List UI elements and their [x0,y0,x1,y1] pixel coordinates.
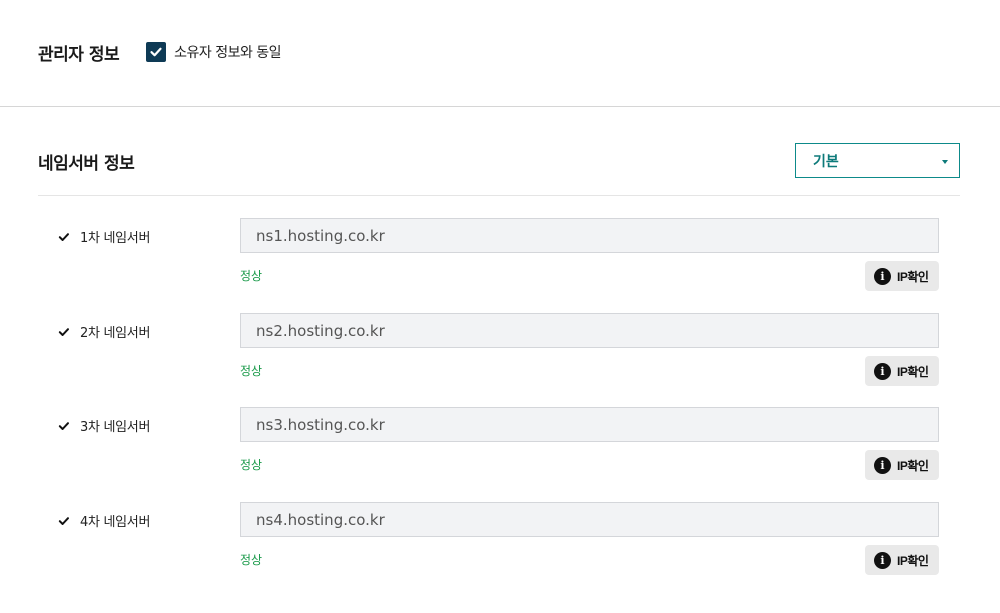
info-icon: i [874,267,891,285]
check-icon [58,231,70,243]
check-icon [58,326,70,338]
nameserver-label-group: 3차 네임서버 [58,416,150,435]
nameserver-label: 2차 네임서버 [80,326,151,341]
nameserver-row-3: 3차 네임서버 정상 i IP확인 [0,407,1000,487]
caret-down-icon [942,160,948,164]
nameserver-label: 3차 네임서버 [80,420,151,435]
nameserver-status: 정상 [240,458,263,472]
nameserver-label-group: 4차 네임서버 [58,511,150,530]
nameserver-label-group: 2차 네임서버 [58,322,150,341]
header-divider [38,195,960,196]
ip-check-button[interactable]: i IP확인 [865,450,939,480]
nameserver-section-title: 네임서버 정보 [38,154,135,174]
nameserver-2-input[interactable] [240,313,939,348]
nameserver-1-input[interactable] [240,218,939,253]
section-divider [0,106,1000,107]
same-as-owner-checkbox[interactable]: 소유자 정보와 동일 [146,42,282,62]
info-icon: i [874,551,891,569]
nameserver-3-input[interactable] [240,407,939,442]
ip-check-button[interactable]: i IP확인 [865,356,939,386]
nameserver-label: 4차 네임서버 [80,515,151,530]
nameserver-status: 정상 [240,364,263,378]
ip-check-button[interactable]: i IP확인 [865,545,939,575]
preset-selected-value: 기본 [813,153,839,170]
admin-info-title: 관리자 정보 [38,44,120,65]
ip-check-label: IP확인 [897,269,929,284]
admin-info-row: 관리자 정보 소유자 정보와 동일 [38,38,282,66]
nameserver-label: 1차 네임서버 [80,231,151,246]
nameserver-preset-select[interactable]: 기본 [795,143,960,178]
nameserver-status: 정상 [240,553,263,567]
nameserver-row-4: 4차 네임서버 정상 i IP확인 [0,502,1000,582]
nameserver-row-2: 2차 네임서버 정상 i IP확인 [0,313,1000,393]
same-as-owner-label: 소유자 정보와 동일 [174,45,282,61]
nameserver-4-input[interactable] [240,502,939,537]
check-icon [58,515,70,527]
ip-check-label: IP확인 [897,364,929,379]
checkbox-box[interactable] [146,42,167,62]
nameserver-status: 정상 [240,269,263,283]
info-icon: i [874,362,891,380]
check-icon [58,420,70,432]
ip-check-label: IP확인 [897,553,929,568]
ip-check-button[interactable]: i IP확인 [865,261,939,291]
nameserver-row-1: 1차 네임서버 정상 i IP확인 [0,218,1000,298]
checkmark-icon [150,47,162,57]
info-icon: i [874,456,891,474]
nameserver-label-group: 1차 네임서버 [58,227,150,246]
ip-check-label: IP확인 [897,458,929,473]
